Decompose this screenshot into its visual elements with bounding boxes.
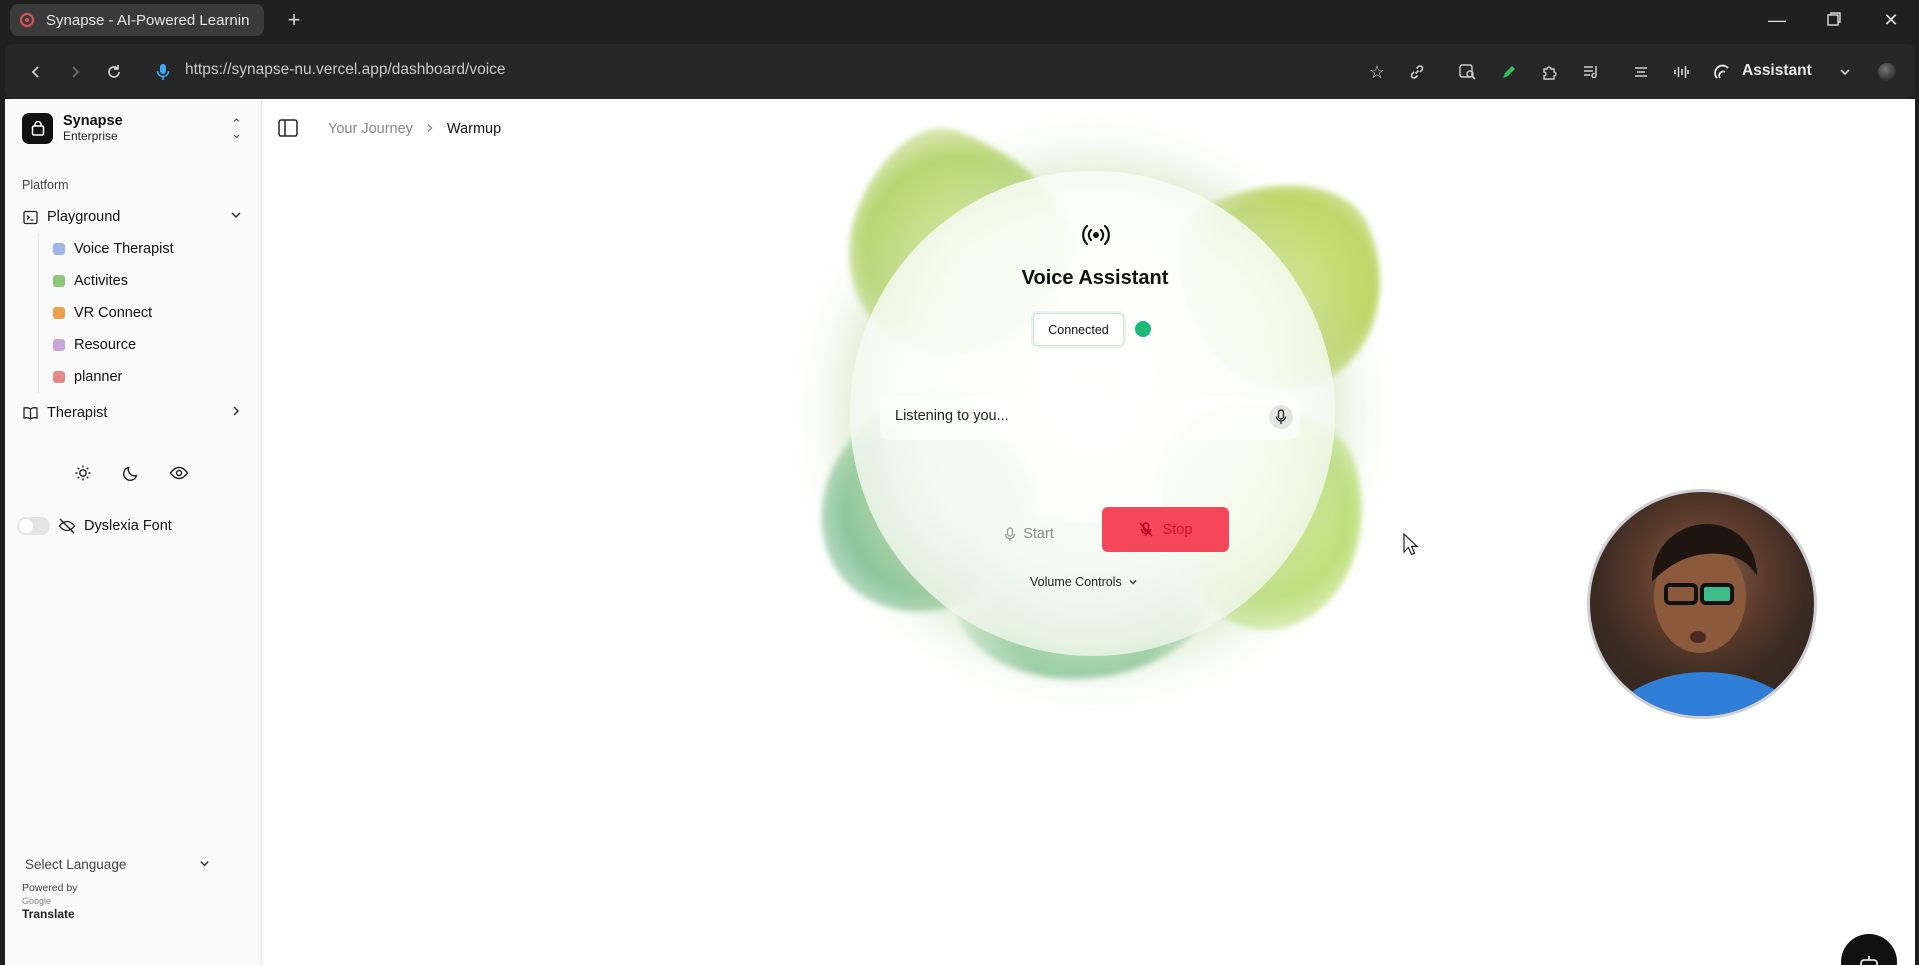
workspace-switcher[interactable]: Synapse Enterprise (22, 113, 123, 144)
browser-toolbar: https://synapse-nu.vercel.app/dashboard/… (5, 44, 1915, 99)
sidebar-item-label: VR Connect (74, 305, 153, 321)
recording-icon (20, 13, 34, 27)
select-language-dropdown[interactable]: Select Language (25, 857, 210, 872)
open-book-icon (22, 405, 38, 421)
puzzle-emoji-icon (53, 275, 65, 287)
google-translate-attribution: Powered by Google Translate (22, 882, 77, 921)
volume-controls-label: Volume Controls (1030, 575, 1122, 589)
assistant-button[interactable]: Assistant (1742, 62, 1812, 80)
chevron-right-icon (230, 405, 242, 420)
highlighter-icon[interactable] (1495, 58, 1523, 86)
close-window-icon[interactable]: ✕ (1877, 6, 1905, 34)
stop-label: Stop (1162, 521, 1193, 538)
eye-icon[interactable] (168, 462, 190, 484)
audio-wave-icon[interactable] (1667, 58, 1695, 86)
translate-link[interactable]: Translate (22, 908, 77, 921)
webcam-person-image (1607, 524, 1803, 716)
person-emoji-icon (53, 307, 65, 319)
extensions-icon[interactable] (1536, 58, 1564, 86)
webcam-video-bubble (1587, 489, 1817, 719)
book-emoji-icon (53, 339, 65, 351)
back-icon[interactable] (22, 58, 50, 86)
mouse-cursor-icon (1403, 532, 1419, 557)
powered-by-label: Powered by (22, 882, 78, 894)
sidebar-item-activites[interactable]: Activites (39, 265, 238, 297)
forward-icon[interactable] (61, 58, 89, 86)
brand-logo-icon (22, 113, 53, 144)
link-icon[interactable] (1403, 58, 1431, 86)
sidebar-item-planner[interactable]: planner (39, 361, 238, 393)
playground-submenu: Voice Therapist Activites VR Connect Res… (38, 233, 238, 393)
assistant-icon[interactable] (1708, 58, 1736, 86)
notebook-emoji-icon (53, 371, 65, 383)
moon-icon[interactable] (120, 462, 142, 484)
eye-off-icon (58, 517, 76, 535)
app-window: Synapse Enterprise ⌃ ⌄ Platform Playgroun… (5, 99, 1915, 965)
select-language-label: Select Language (25, 857, 127, 872)
breadcrumb: Your Journey Warmup (328, 121, 501, 137)
sidebar-item-label: planner (74, 369, 123, 385)
profile-avatar-icon[interactable] (1873, 58, 1901, 86)
chevron-down-icon (199, 858, 210, 872)
status-badge: Connected (1033, 313, 1124, 346)
microphone-icon (1005, 526, 1016, 541)
dyslexia-font-toggle[interactable] (17, 517, 50, 535)
listening-status-text: Listening to you... (895, 408, 1009, 424)
sidebar-item-label: Resource (74, 337, 137, 353)
dyslexia-font-label: Dyslexia Font (84, 518, 172, 534)
volume-controls-toggle[interactable]: Volume Controls (1030, 575, 1138, 589)
start-button[interactable]: Start (989, 518, 1069, 550)
status-label: Connected (1048, 322, 1109, 337)
brand-name: Synapse (63, 113, 123, 130)
address-bar[interactable]: https://synapse-nu.vercel.app/dashboard/… (185, 61, 506, 79)
sidebar-item-therapist[interactable]: Therapist (22, 399, 252, 427)
reading-list-icon[interactable] (1627, 58, 1655, 86)
chevron-down-icon (1129, 580, 1137, 585)
breadcrumb-warmup: Warmup (446, 121, 502, 137)
voice-assistant-title: Voice Assistant (1021, 267, 1169, 289)
microphone-active-icon[interactable] (149, 58, 177, 86)
microphone-off-icon (1139, 522, 1153, 537)
breadcrumb-your-journey[interactable]: Your Journey (328, 121, 413, 137)
browser-tabbar: Synapse - AI-Powered Learnin + — ✕ (0, 0, 1919, 40)
tab-title: Synapse - AI-Powered Learnin (46, 11, 250, 29)
search-page-icon[interactable] (1454, 58, 1482, 86)
dyslexia-font-row: Dyslexia Font (17, 517, 172, 535)
microphone-button[interactable] (1269, 405, 1293, 429)
stop-button[interactable]: Stop (1102, 507, 1229, 552)
group-label-platform: Platform (22, 178, 69, 192)
minimize-icon[interactable]: — (1763, 6, 1791, 34)
restore-icon[interactable] (1820, 6, 1848, 34)
chevrons-up-down-icon[interactable]: ⌃ ⌄ (231, 117, 242, 140)
sidebar: Synapse Enterprise ⌃ ⌄ Platform Playgroun… (5, 99, 262, 965)
sidebar-item-resource[interactable]: Resource (39, 329, 238, 361)
terminal-icon (22, 209, 38, 225)
chatbot-fab-button[interactable] (1841, 934, 1897, 965)
chevron-down-icon (230, 209, 242, 224)
sidebar-item-playground[interactable]: Playground (22, 203, 252, 231)
sidebar-item-label: Therapist (47, 405, 108, 421)
speaker-emoji-icon (53, 243, 65, 255)
sidebar-item-voice-therapist[interactable]: Voice Therapist (39, 233, 238, 265)
sidebar-item-vr-connect[interactable]: VR Connect (39, 297, 238, 329)
reload-icon[interactable] (100, 58, 128, 86)
sidebar-item-label: Playground (47, 209, 121, 225)
bookmark-star-icon[interactable]: ☆ (1363, 58, 1391, 86)
brand-plan: Enterprise (63, 128, 118, 143)
broadcast-icon (1080, 223, 1112, 247)
sidebar-toggle-icon[interactable] (278, 119, 298, 137)
sun-icon[interactable] (72, 462, 94, 484)
theme-switcher (72, 462, 190, 484)
chevron-down-icon[interactable] (1831, 58, 1859, 86)
start-label: Start (1023, 526, 1054, 542)
bot-icon (1860, 956, 1878, 965)
microphone-icon (1275, 409, 1287, 424)
status-indicator-dot (1135, 321, 1151, 337)
browser-tab[interactable]: Synapse - AI-Powered Learnin (10, 4, 264, 36)
sidebar-item-label: Activites (74, 273, 128, 289)
media-queue-icon[interactable] (1577, 58, 1605, 86)
chevron-right-icon (425, 122, 435, 136)
sidebar-item-label: Voice Therapist (74, 241, 174, 257)
new-tab-icon[interactable]: + (280, 6, 308, 34)
